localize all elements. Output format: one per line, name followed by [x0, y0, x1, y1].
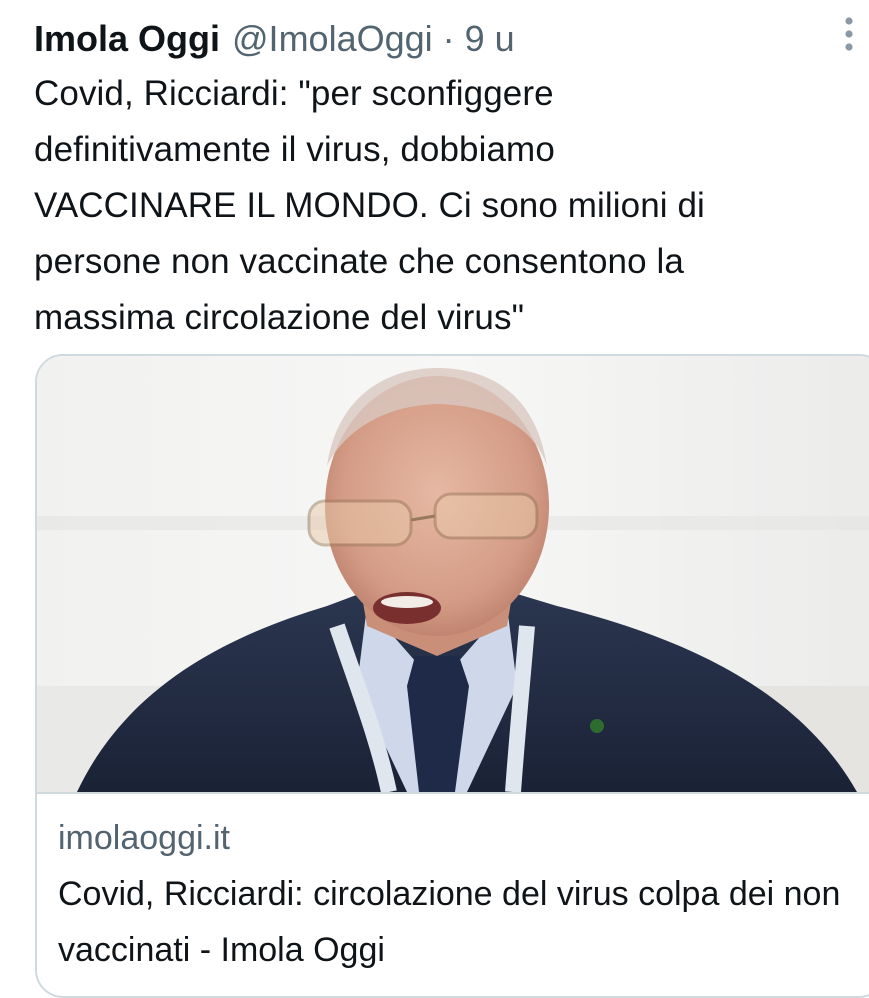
- card-domain: imolaoggi.it: [58, 819, 230, 857]
- author-handle[interactable]: @ImolaOggi: [232, 17, 433, 61]
- tweet-text: Covid, Ricciardi: "per sconfiggere defin…: [34, 74, 705, 337]
- tweet-header: Imola Oggi @ImolaOggi · 9 u: [34, 14, 515, 64]
- card-photo: [37, 356, 869, 792]
- card-title[interactable]: Covid, Ricciardi: circolazione del virus…: [58, 866, 858, 978]
- link-card[interactable]: imolaoggi.it Covid, Ricciardi: circolazi…: [35, 354, 869, 998]
- tweet-timestamp[interactable]: 9 u: [465, 17, 515, 61]
- more-vertical-icon[interactable]: [832, 14, 866, 54]
- author-display-name[interactable]: Imola Oggi: [34, 17, 220, 61]
- card-image[interactable]: [37, 356, 869, 794]
- header-separator: ·: [442, 18, 455, 59]
- tweet[interactable]: Imola Oggi @ImolaOggi · 9 u Covid, Ricci…: [0, 0, 869, 998]
